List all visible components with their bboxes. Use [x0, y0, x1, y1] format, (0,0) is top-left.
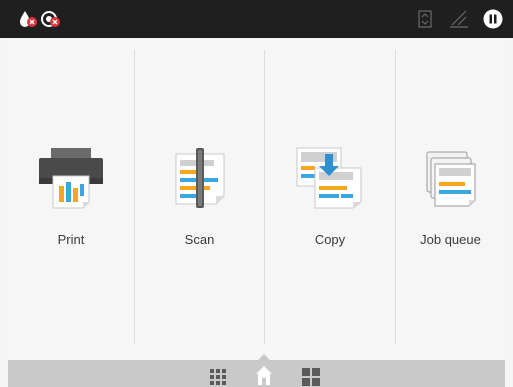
job-queue-label: Job queue — [420, 232, 481, 247]
pause-icon[interactable] — [483, 9, 503, 29]
ink-alert-icon[interactable] — [18, 9, 40, 29]
home-indicator-notch — [258, 354, 270, 360]
apps-grid-icon[interactable] — [208, 360, 228, 387]
bottom-nav — [8, 354, 505, 387]
copy-label: Copy — [314, 232, 346, 247]
scan-tile[interactable]: Scan — [135, 38, 264, 360]
scan-label: Scan — [184, 232, 215, 247]
copy-tile[interactable]: Copy — [265, 38, 395, 360]
home-icon[interactable] — [252, 354, 276, 387]
job-queue-icon — [423, 146, 479, 210]
signal-icon[interactable] — [448, 9, 470, 29]
printer-icon — [37, 146, 105, 210]
scanner-icon — [170, 146, 230, 210]
print-label: Print — [57, 232, 85, 247]
job-queue-tile[interactable]: Job queue — [396, 38, 505, 360]
status-bar — [0, 0, 513, 38]
copy-icon — [295, 146, 365, 210]
printhead-alert-icon[interactable] — [40, 9, 62, 29]
paper-icon[interactable] — [418, 10, 432, 28]
print-tile[interactable]: Print — [8, 38, 134, 360]
main-menu: Print Scan Copy Job queue — [8, 38, 505, 360]
widgets-icon[interactable] — [300, 360, 322, 387]
printer-home-screen: Print Scan Copy Job queue — [0, 0, 513, 387]
